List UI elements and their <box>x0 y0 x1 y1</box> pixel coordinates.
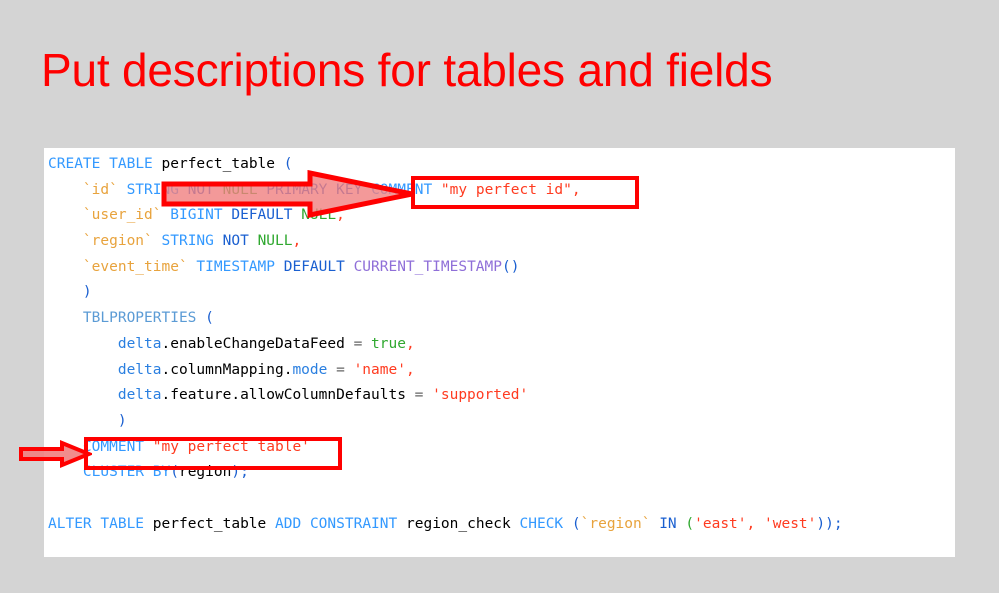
token-value-supported: 'supported' <box>432 387 529 404</box>
token-constraint: CONSTRAINT <box>309 515 398 532</box>
token-alter: ALTER <box>48 515 92 532</box>
token-default: DEFAULT <box>231 207 293 224</box>
token-close-paren: ) <box>117 412 127 429</box>
token-primary: PRIMARY <box>266 181 328 198</box>
token-comma: , <box>405 361 415 378</box>
token-close-parens: )); <box>816 515 843 532</box>
token-col-user-id: `user_id` <box>82 207 162 224</box>
token-col-id: `id` <box>82 181 118 198</box>
code-line-13: CLUSTER BY(region); <box>48 460 843 486</box>
token-tblproperties: TBLPROPERTIES <box>82 310 197 327</box>
code-line-6: ) <box>48 280 843 306</box>
token-type-string: STRING <box>126 181 179 198</box>
token-prop-enable-cdf: .enableChangeDataFeed <box>161 335 345 352</box>
code-line-5: `event_time` TIMESTAMP DEFAULT CURRENT_T… <box>48 255 843 281</box>
token-prop-column-mapping: .columnMapping. <box>161 361 293 378</box>
token-open-paren: ( <box>170 464 179 481</box>
token-cluster: CLUSTER <box>82 464 145 481</box>
token-null: NULL <box>301 207 337 224</box>
token-col-region: `region` <box>580 515 651 532</box>
code-line-9: delta.columnMapping.mode = 'name', <box>48 358 843 384</box>
token-equals: = <box>336 361 345 378</box>
code-line-15: ALTER TABLE perfect_table ADD CONSTRAINT… <box>48 512 843 538</box>
token-open-paren: ( <box>205 310 214 327</box>
code-line-4: `region` STRING NOT NULL, <box>48 229 843 255</box>
token-constraint-name: region_check <box>406 515 511 532</box>
token-comma: , <box>405 335 415 352</box>
code-line-8: delta.enableChangeDataFeed = true, <box>48 332 843 358</box>
token-comma: , <box>336 207 345 224</box>
token-table: TABLE <box>109 156 153 172</box>
token-col-event-time: `event_time` <box>82 258 188 275</box>
token-comment-keyword-table: COMMENT <box>82 438 145 455</box>
token-comma: , <box>292 233 302 250</box>
token-open-paren: ( <box>571 515 581 532</box>
token-table-name: perfect_table <box>161 156 276 172</box>
code-line-11: ) <box>48 409 843 435</box>
token-close-paren: ); <box>231 464 249 481</box>
token-add: ADD <box>275 515 302 532</box>
token-delta-ns: delta <box>117 361 162 378</box>
token-in: IN <box>659 515 677 532</box>
token-delta-ns: delta <box>117 335 162 352</box>
code-line-2: `id` STRING NOT NULL PRIMARY KEY COMMENT… <box>48 178 843 204</box>
token-open-paren: ( <box>283 156 293 172</box>
token-cluster-col: region <box>178 464 232 481</box>
sql-code-block: CREATE TABLE perfect_table ( `id` STRING… <box>48 152 843 537</box>
token-value-east: 'east' <box>694 515 747 532</box>
token-equals: = <box>353 335 363 352</box>
token-prop-mode: mode <box>292 361 328 378</box>
token-comma: , <box>746 515 756 532</box>
token-key: KEY <box>336 181 363 198</box>
token-open-paren-2: ( <box>685 515 695 532</box>
token-comment-keyword-col: COMMENT <box>371 181 433 198</box>
slide-canvas: Put descriptions for tables and fields C… <box>0 0 999 593</box>
token-equals: = <box>414 387 424 404</box>
token-value-name: 'name' <box>353 361 406 378</box>
token-prop-allow-col-defaults: .feature.allowColumnDefaults <box>161 387 406 404</box>
token-not: NOT <box>187 181 214 198</box>
token-delta-ns: delta <box>117 387 162 404</box>
token-value-west: 'west' <box>764 515 817 532</box>
token-by: BY <box>152 464 171 481</box>
code-line-7: TBLPROPERTIES ( <box>48 306 843 332</box>
code-line-1: CREATE TABLE perfect_table ( <box>48 152 843 178</box>
token-default: DEFAULT <box>283 258 345 275</box>
token-parens: () <box>501 258 520 275</box>
token-create: CREATE <box>48 156 101 172</box>
token-close-paren: ) <box>82 284 92 301</box>
token-col-region: `region` <box>82 233 153 250</box>
token-check: CHECK <box>519 515 564 532</box>
code-line-3: `user_id` BIGINT DEFAULT NULL, <box>48 203 843 229</box>
token-table: TABLE <box>100 515 145 532</box>
token-type-timestamp: TIMESTAMP <box>196 258 275 275</box>
token-null: NULL <box>257 233 293 250</box>
token-comment-text-table: "my perfect table' <box>152 438 310 455</box>
token-comment-text-col: "my perfect id" <box>440 181 572 198</box>
token-comma: , <box>571 181 581 198</box>
token-type-bigint: BIGINT <box>170 207 223 224</box>
token-type-string: STRING <box>161 233 214 250</box>
code-panel: CREATE TABLE perfect_table ( `id` STRING… <box>44 148 955 557</box>
code-line-10: delta.feature.allowColumnDefaults = 'sup… <box>48 383 843 409</box>
token-table-name: perfect_table <box>152 515 267 532</box>
token-not: NOT <box>222 233 249 250</box>
token-null: NULL <box>222 181 258 198</box>
token-current-timestamp: CURRENT_TIMESTAMP <box>353 258 502 275</box>
code-line-12: COMMENT "my perfect table' <box>48 435 843 461</box>
page-title: Put descriptions for tables and fields <box>41 44 773 96</box>
token-value-true: true <box>371 335 406 352</box>
